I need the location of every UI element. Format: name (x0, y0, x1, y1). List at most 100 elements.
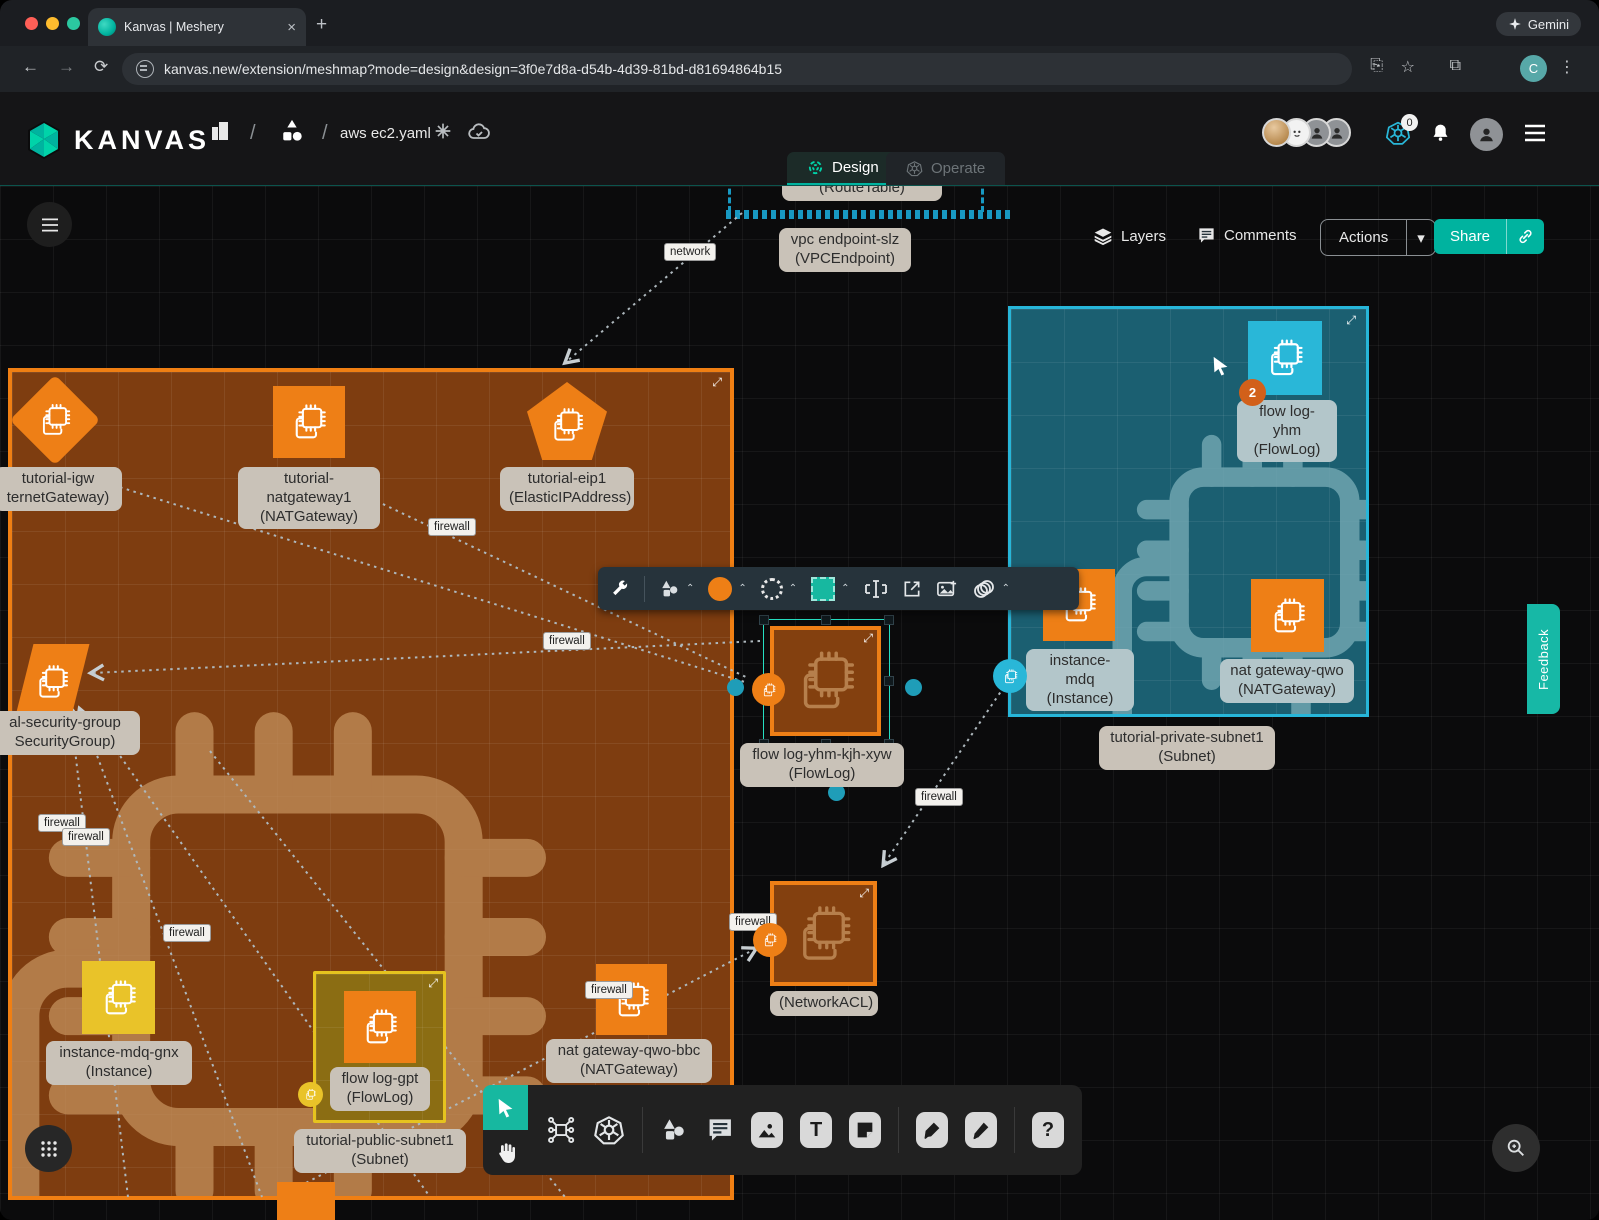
bookmark-star-icon[interactable]: ☆ (1401, 57, 1415, 77)
flow-log-center-port[interactable] (752, 673, 785, 706)
browser-profile-avatar[interactable]: C (1520, 55, 1547, 82)
design-canvas[interactable]: ⤢ ⤢ (RouteTable) vpc endpoint-slz(VPCEnd… (0, 186, 1599, 1220)
node-label-private-subnet: tutorial-private-subnet1(Subnet) (1099, 726, 1275, 770)
open-in-new-icon[interactable] (902, 579, 922, 599)
shapes-tool[interactable] (660, 1114, 688, 1146)
share-button[interactable]: Share (1434, 219, 1544, 254)
new-tab-button[interactable]: + (316, 14, 327, 36)
collapse-icon[interactable]: ⤢ (859, 887, 869, 899)
chip-icon (547, 405, 587, 445)
cloud-save-icon[interactable] (466, 120, 492, 144)
browser-tab[interactable]: Kanvas | Meshery × (88, 8, 306, 46)
zoom-button[interactable] (1492, 1124, 1540, 1172)
kubernetes-tool[interactable] (593, 1112, 625, 1148)
kanvas-header: KANVAS / / aws ec2.yaml 0 (0, 92, 1599, 186)
tab-search-icon[interactable]: ⧉ (1450, 57, 1461, 75)
shapes-menu-button[interactable]: ⌃ (659, 578, 694, 600)
image-tool[interactable] (751, 1112, 783, 1148)
comments-icon (1197, 226, 1216, 245)
flow-log-gpt-badge[interactable] (298, 1082, 323, 1107)
save-icon[interactable]: ⎘ (1370, 57, 1383, 75)
sparkle-icon (1508, 17, 1522, 31)
help-tool[interactable]: ? (1032, 1112, 1064, 1148)
node-tutorial-natgateway1[interactable] (273, 386, 345, 458)
window-zoom-button[interactable] (67, 17, 80, 30)
collapse-icon[interactable]: ⤢ (428, 977, 438, 989)
comments-button[interactable]: Comments (1197, 226, 1297, 245)
teal-square-icon (811, 577, 835, 601)
configure-wrench-icon[interactable] (610, 579, 630, 599)
shape-state-button[interactable]: ⌃ (811, 577, 849, 601)
node-label-flow-log-yhm: flow log-yhm(FlowLog) (1237, 400, 1337, 462)
text-tool[interactable]: T (800, 1112, 832, 1148)
node-flow-log-yhm-kjh-xyw[interactable]: ⤢ (770, 626, 881, 736)
user-avatar[interactable] (1470, 118, 1503, 151)
select-tool[interactable] (483, 1085, 529, 1130)
layers-icon (1093, 226, 1113, 246)
node-label-network-acl: (NetworkACL) (770, 991, 878, 1016)
chip-icon (1267, 595, 1309, 637)
collapse-icon[interactable]: ⤢ (1346, 314, 1356, 326)
border-style-button[interactable]: ⌃ (761, 578, 797, 600)
layers-button[interactable]: Layers (1093, 226, 1166, 246)
chip-icon (1263, 336, 1307, 380)
tab-close-icon[interactable]: × (287, 19, 296, 36)
notifications-bell-icon[interactable] (1430, 122, 1451, 143)
kubernetes-context-switcher[interactable]: 0 (1385, 120, 1411, 146)
forward-icon[interactable]: → (58, 57, 75, 77)
browser-toolbar: ← → ⟳ kanvas.new/extension/meshmap?mode=… (0, 46, 1599, 92)
address-bar[interactable]: kanvas.new/extension/meshmap?mode=design… (122, 53, 1352, 85)
collaborator-avatars[interactable] (1262, 118, 1351, 147)
tab-design[interactable]: Design (787, 152, 899, 185)
node-partial-bottom[interactable] (277, 1182, 335, 1220)
edge-label-firewall: firewall (543, 632, 591, 650)
node-nat-gateway-qwo-bbc[interactable] (596, 964, 667, 1035)
collapse-icon[interactable]: ⤢ (863, 632, 873, 644)
copy-link-icon[interactable] (1506, 219, 1544, 254)
designs-icon[interactable] (278, 117, 306, 145)
route-table-border (726, 210, 1012, 219)
comment-tool[interactable] (706, 1114, 734, 1146)
fill-color-button[interactable]: ⌃ (708, 577, 746, 601)
components-tool[interactable] (546, 1113, 576, 1147)
tab-operate[interactable]: Operate (886, 152, 1005, 185)
freehand-tool[interactable] (965, 1112, 997, 1148)
rename-icon[interactable] (864, 579, 888, 599)
node-label-tutorial-igw: tutorial-igwternetGateway) (0, 467, 122, 511)
feedback-tab[interactable]: Feedback (1527, 604, 1560, 714)
node-instance-mdq-gnx[interactable] (82, 961, 155, 1034)
kanvas-logo[interactable]: KANVAS (26, 120, 210, 160)
edge-label-firewall: firewall (585, 981, 633, 999)
group-style-button[interactable]: ⌃ (972, 578, 1010, 600)
note-tool[interactable] (849, 1112, 881, 1148)
app-menu-icon[interactable] (1523, 123, 1547, 143)
workspace-icon[interactable] (208, 118, 232, 144)
collapse-icon[interactable]: ⤢ (712, 376, 722, 388)
node-nat-gateway-qwo[interactable] (1251, 579, 1324, 652)
reload-icon[interactable]: ⟳ (94, 57, 108, 77)
anchor-dot-bottom[interactable] (828, 784, 845, 801)
anchor-dot-left[interactable] (727, 679, 744, 696)
browser-menu-icon[interactable]: ⋮ (1559, 57, 1575, 77)
actions-button[interactable]: Actions ▾ (1320, 219, 1436, 256)
back-icon[interactable]: ← (22, 57, 39, 77)
site-settings-icon[interactable] (136, 60, 154, 78)
design-file-name[interactable]: aws ec2.yaml (340, 125, 431, 142)
canvas-menu-button[interactable] (27, 202, 72, 247)
window-minimize-button[interactable] (46, 17, 59, 30)
pan-tool[interactable] (483, 1130, 529, 1175)
node-label-instance-mdq-gnx: instance-mdq-gnx(Instance) (46, 1041, 192, 1085)
visibility-icon[interactable] (432, 120, 454, 142)
subnet-connection-port[interactable] (993, 659, 1027, 693)
add-image-icon[interactable] (936, 579, 958, 599)
gemini-button[interactable]: Gemini (1496, 12, 1581, 36)
collaborator-avatar-1[interactable] (1262, 118, 1291, 147)
window-close-button[interactable] (25, 17, 38, 30)
apps-grid-button[interactable] (25, 1125, 72, 1172)
node-flow-log-gpt[interactable] (344, 991, 416, 1063)
pen-tool[interactable] (916, 1112, 948, 1148)
pen-icon (921, 1119, 943, 1141)
actions-dropdown-icon[interactable]: ▾ (1406, 220, 1435, 255)
network-acl-port[interactable] (753, 923, 787, 957)
anchor-dot-right[interactable] (905, 679, 922, 696)
